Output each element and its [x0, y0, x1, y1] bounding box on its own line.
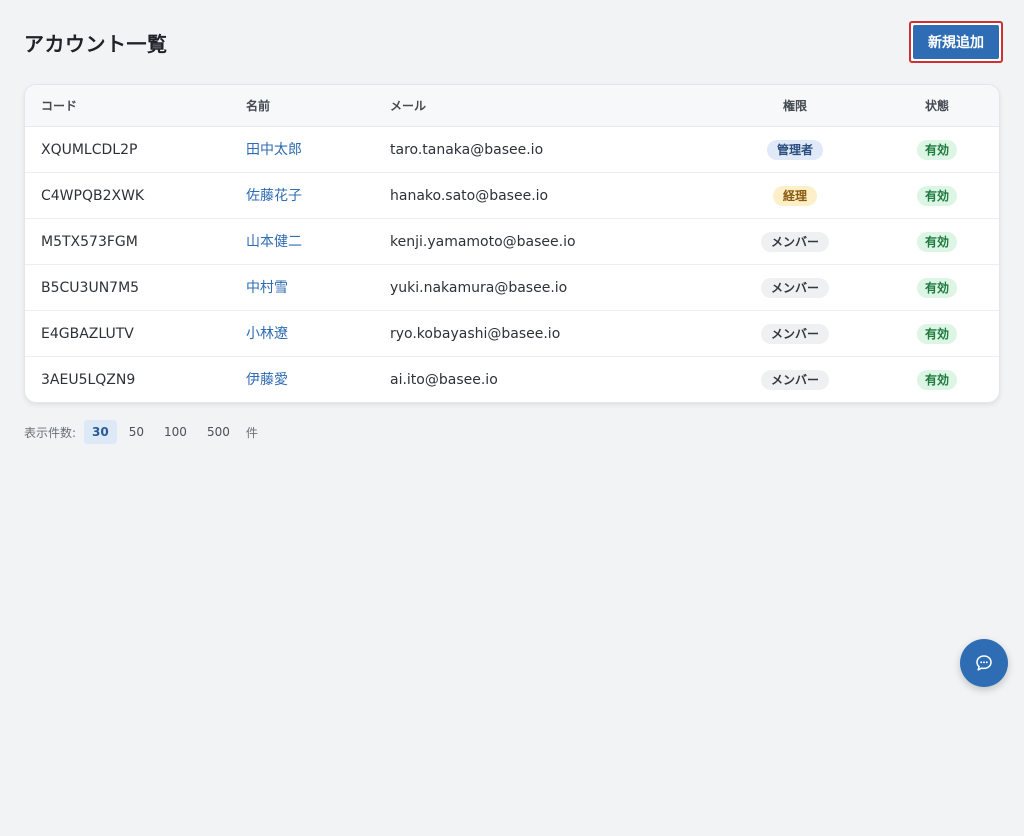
status-cell: 有効 — [887, 127, 987, 173]
account-code: B5CU3UN7M5 — [41, 280, 140, 296]
status-badge: 有効 — [916, 140, 957, 160]
page-size-option-500[interactable]: 500 — [199, 420, 238, 444]
status-cell: 有効 — [887, 219, 987, 265]
table-row[interactable]: M5TX573FGM 山本健二 kenji.yamamoto@basee.io … — [25, 219, 999, 265]
account-name-link[interactable]: 伊藤愛 — [246, 357, 288, 402]
role-cell: 管理者 — [715, 127, 875, 173]
role-badge: 経理 — [772, 186, 817, 206]
role-badge: 管理者 — [766, 140, 823, 160]
account-code: C4WPQB2XWK — [41, 188, 145, 204]
status-cell: 有効 — [887, 265, 987, 311]
add-new-button-label: 新規追加 — [913, 25, 999, 59]
page-title: アカウント一覧 — [24, 32, 168, 56]
column-header-code: コード — [41, 99, 78, 113]
status-badge: 有効 — [916, 278, 957, 298]
account-name-link[interactable]: 佐藤花子 — [246, 173, 302, 219]
column-header-status: 状態 — [924, 99, 949, 113]
account-table: コード 名前 メール 権限 状態 XQUMLCDL2P 田中太郎 taro.ta… — [24, 84, 1000, 403]
column-header-role: 権限 — [782, 99, 807, 113]
account-email: ai.ito@basee.io — [390, 372, 498, 388]
add-new-button[interactable]: 新規追加 — [909, 21, 1003, 63]
page-size-selector: 表示件数: 30 50 100 500 件 — [24, 420, 258, 444]
account-email: taro.tanaka@basee.io — [390, 142, 544, 158]
table-header: コード 名前 メール 権限 状態 — [25, 85, 999, 127]
column-header-name: 名前 — [246, 99, 271, 113]
table-row[interactable]: XQUMLCDL2P 田中太郎 taro.tanaka@basee.io 管理者… — [25, 127, 999, 173]
chat-button[interactable] — [960, 639, 1008, 687]
chat-bubble-icon — [976, 655, 992, 671]
account-email: kenji.yamamoto@basee.io — [390, 234, 576, 250]
page-size-option-100[interactable]: 100 — [156, 420, 195, 444]
role-cell: メンバー — [715, 357, 875, 402]
page-size-label: 表示件数: — [24, 425, 77, 440]
table-row[interactable]: B5CU3UN7M5 中村雪 yuki.nakamura@basee.io メン… — [25, 265, 999, 311]
status-badge: 有効 — [916, 186, 957, 206]
role-badge: メンバー — [760, 278, 829, 298]
account-email: ryo.kobayashi@basee.io — [390, 326, 561, 342]
column-header-mail: メール — [390, 99, 427, 113]
role-badge: メンバー — [760, 370, 829, 390]
status-cell: 有効 — [887, 357, 987, 402]
role-cell: メンバー — [715, 311, 875, 357]
account-name-link[interactable]: 中村雪 — [246, 265, 288, 311]
role-badge: メンバー — [760, 324, 829, 344]
role-cell: メンバー — [715, 219, 875, 265]
status-badge: 有効 — [916, 232, 957, 252]
status-badge: 有効 — [916, 324, 957, 344]
table-row[interactable]: 3AEU5LQZN9 伊藤愛 ai.ito@basee.io メンバー 有効 — [25, 357, 999, 402]
status-cell: 有効 — [887, 173, 987, 219]
account-email: yuki.nakamura@basee.io — [390, 280, 568, 296]
table-row[interactable]: E4GBAZLUTV 小林遼 ryo.kobayashi@basee.io メン… — [25, 311, 999, 357]
account-code: M5TX573FGM — [41, 234, 138, 250]
page-size-unit: 件 — [245, 425, 258, 440]
role-cell: メンバー — [715, 265, 875, 311]
page-size-option-30[interactable]: 30 — [84, 420, 117, 444]
status-cell: 有効 — [887, 311, 987, 357]
account-name-link[interactable]: 田中太郎 — [246, 127, 302, 173]
status-badge: 有効 — [916, 370, 957, 390]
role-cell: 経理 — [715, 173, 875, 219]
page-size-option-50[interactable]: 50 — [121, 420, 152, 444]
account-name-link[interactable]: 小林遼 — [246, 311, 288, 357]
table-row[interactable]: C4WPQB2XWK 佐藤花子 hanako.sato@basee.io 経理 … — [25, 173, 999, 219]
account-code: XQUMLCDL2P — [41, 142, 138, 158]
account-code: E4GBAZLUTV — [41, 326, 134, 342]
account-code: 3AEU5LQZN9 — [41, 372, 136, 388]
role-badge: メンバー — [760, 232, 829, 252]
account-list-page: アカウント一覧 新規追加 コード 名前 メール 権限 状態 XQUMLCDL2P… — [0, 0, 1024, 836]
account-email: hanako.sato@basee.io — [390, 188, 549, 204]
account-name-link[interactable]: 山本健二 — [246, 219, 302, 265]
